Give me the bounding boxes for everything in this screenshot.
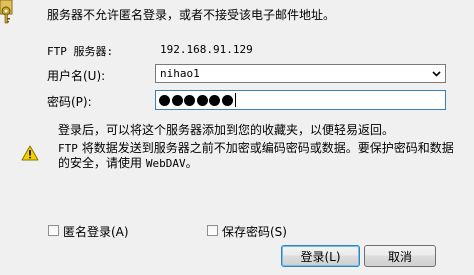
warning-line-2-end: 。 <box>185 156 198 170</box>
warning-webdav-term: WebDAV <box>145 157 186 170</box>
password-dot <box>184 94 195 106</box>
favorites-hint: 登录后，可以将这个服务器添加到您的收藏夹，以便轻易返回。 <box>58 123 395 137</box>
username-label: 用户名(U): <box>47 69 106 83</box>
save-password-label[interactable]: 保存密码(S) <box>222 223 287 240</box>
username-value[interactable]: nihao1 <box>160 67 200 80</box>
security-warning: FTP 将数据发送到服务器之前不加密或编码密码或数据。要保护密码和数据 的安全，… <box>58 141 468 171</box>
warning-icon <box>21 145 39 161</box>
password-dot <box>221 94 233 106</box>
text-caret <box>235 93 236 107</box>
warning-ftp-term: FTP <box>58 142 78 155</box>
password-label: 密码(P): <box>47 95 92 109</box>
anonymous-login-label[interactable]: 匿名登录(A) <box>63 223 129 240</box>
ftp-server-label: FTP 服务器: <box>47 45 114 58</box>
login-button[interactable]: 登录(L) <box>281 245 360 267</box>
warning-line-1: 将数据发送到服务器之前不加密或编码密码或数据。要保护密码和数据 <box>77 141 454 155</box>
warning-line-2: 的安全，请使用 <box>58 156 146 170</box>
password-dot <box>209 94 220 106</box>
ftp-server-value: 192.168.91.129 <box>160 43 253 56</box>
username-combobox[interactable]: nihao1 <box>155 64 446 83</box>
password-mask <box>159 93 236 107</box>
password-dot <box>159 94 170 106</box>
cancel-button[interactable]: 取消 <box>364 245 436 267</box>
header-message: 服务器不允许匿名登录，或者不接受该电子邮件地址。 <box>47 8 336 22</box>
password-dot <box>196 94 208 106</box>
chevron-down-icon[interactable] <box>428 65 445 82</box>
password-field[interactable] <box>155 90 446 110</box>
password-dot <box>171 94 183 106</box>
save-password-checkbox[interactable] <box>207 225 218 236</box>
key-icon <box>0 0 20 24</box>
anonymous-login-checkbox[interactable] <box>48 225 59 236</box>
